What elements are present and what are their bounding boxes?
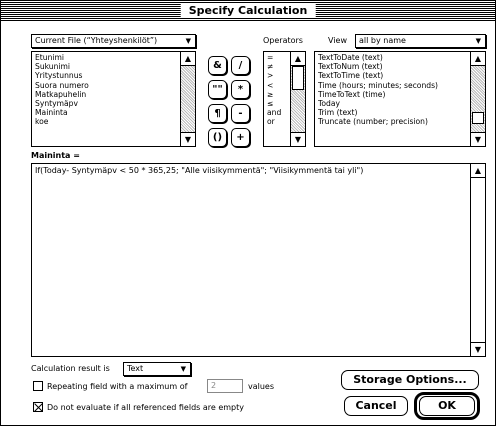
operator-list-item[interactable]: = — [267, 53, 288, 62]
function-list-item[interactable]: Time (hours; minutes; seconds) — [318, 81, 468, 90]
operator-list-item[interactable]: < — [267, 81, 288, 90]
repeating-label: Repeating field with a maximum of — [47, 382, 188, 391]
repeating-values-label: values — [248, 382, 275, 391]
fields-scrollbar[interactable]: ▲ ▼ — [180, 52, 195, 146]
popup-arrow-icon: ▼ — [180, 365, 186, 373]
scroll-up-icon[interactable]: ▲ — [291, 52, 305, 66]
quote-button[interactable]: "" — [208, 80, 227, 99]
field-list-item[interactable]: koe — [35, 117, 178, 126]
function-list-item[interactable]: Today — [318, 99, 468, 108]
scroll-down-icon[interactable]: ▼ — [291, 132, 305, 146]
fields-items: Etunimi Sukunimi Yritystunnus Suora numero M… — [35, 53, 178, 127]
function-list-item[interactable]: TextToDate (text) — [318, 53, 468, 62]
do-not-evaluate-label: Do not evaluate if all referenced fields… — [47, 403, 245, 412]
popup-arrow-icon: ▼ — [475, 37, 481, 45]
formula-label: Maininta = — [31, 151, 80, 160]
function-list-item[interactable]: TimeToText (time) — [318, 90, 468, 99]
functions-list[interactable]: TextToDate (text) TextToNum (text) TextToT… — [314, 51, 486, 147]
fields-list[interactable]: Etunimi Sukunimi Yritystunnus Suora numero M… — [31, 51, 196, 147]
function-list-item[interactable]: Truncate (number; precision) — [318, 117, 468, 126]
pilcrow-button[interactable]: ¶ — [208, 104, 227, 123]
view-selected: all by name — [359, 36, 406, 45]
view-label: View — [328, 36, 347, 45]
operator-list-item[interactable]: or — [267, 117, 288, 126]
dialog-title: Specify Calculation — [180, 4, 316, 18]
functions-items: TextToDate (text) TextToNum (text) TextToT… — [318, 53, 468, 127]
operator-list-item[interactable]: and — [267, 108, 288, 117]
scroll-up-icon[interactable]: ▲ — [471, 52, 485, 66]
field-list-item[interactable]: Maininta — [35, 108, 178, 117]
result-label: Calculation result is — [31, 364, 110, 373]
functions-scrollbar[interactable]: ▲ ▼ — [470, 52, 485, 146]
formula-scrollbar[interactable]: ▲ ▼ — [470, 164, 485, 356]
field-list-item[interactable]: Matkapuhelin — [35, 90, 178, 99]
operator-list-item[interactable]: ≥ — [267, 90, 288, 99]
operators-items: = ≠ > < ≥ ≤ and or — [267, 53, 288, 127]
function-list-item[interactable]: TextToTime (text) — [318, 71, 468, 80]
formula-text: If(Today- Syntymäpv < 50 * 365,25; "Alle… — [35, 166, 364, 175]
field-list-item[interactable]: Suora numero — [35, 81, 178, 90]
ok-button[interactable]: OK — [419, 396, 475, 416]
scroll-down-icon[interactable]: ▼ — [471, 132, 485, 146]
parentheses-button[interactable]: () — [208, 128, 227, 147]
do-not-evaluate-checkbox[interactable] — [33, 402, 43, 412]
table-occurrence-popup[interactable]: Current File (“Yhteyshenkilöt”) ▼ — [31, 34, 196, 48]
scroll-down-icon[interactable]: ▼ — [471, 342, 485, 356]
title-bar[interactable]: Specify Calculation — [1, 1, 495, 21]
table-occurrence-selected: Current File (“Yhteyshenkilöt”) — [35, 36, 158, 45]
operators-label: Operators — [263, 36, 303, 45]
divide-button[interactable]: / — [231, 56, 250, 75]
function-list-item[interactable]: Trim (text) — [318, 108, 468, 117]
scroll-up-icon[interactable]: ▲ — [181, 52, 195, 66]
formula-textarea[interactable]: If(Today- Syntymäpv < 50 * 365,25; "Alle… — [31, 163, 486, 357]
operator-list-item[interactable]: > — [267, 71, 288, 80]
result-type-popup[interactable]: Text ▼ — [123, 362, 191, 376]
ampersand-button[interactable]: & — [208, 56, 227, 75]
field-list-item[interactable]: Sukunimi — [35, 62, 178, 71]
operator-list-item[interactable]: ≤ — [267, 99, 288, 108]
scroll-thumb[interactable] — [472, 112, 484, 124]
field-list-item[interactable]: Yritystunnus — [35, 71, 178, 80]
scroll-thumb[interactable] — [292, 66, 304, 90]
scroll-down-icon[interactable]: ▼ — [181, 132, 195, 146]
multiply-button[interactable]: * — [231, 80, 250, 99]
view-popup[interactable]: all by name ▼ — [355, 34, 486, 48]
specify-calculation-dialog: Specify Calculation Current File (“Yhtey… — [0, 0, 496, 426]
operator-list-item[interactable]: ≠ — [267, 62, 288, 71]
repeating-checkbox[interactable] — [33, 381, 43, 391]
field-list-item[interactable]: Syntymäpv — [35, 99, 178, 108]
plus-button[interactable]: + — [231, 128, 250, 147]
function-list-item[interactable]: TextToNum (text) — [318, 62, 468, 71]
field-list-item[interactable]: Etunimi — [35, 53, 178, 62]
operators-scrollbar[interactable]: ▲ ▼ — [290, 52, 305, 146]
scroll-up-icon[interactable]: ▲ — [471, 164, 485, 178]
minus-button[interactable]: - — [231, 104, 250, 123]
cancel-button[interactable]: Cancel — [344, 396, 408, 416]
repeating-count-field[interactable]: 2 — [207, 379, 243, 393]
result-type-selected: Text — [127, 364, 144, 373]
operators-list[interactable]: = ≠ > < ≥ ≤ and or ▲ ▼ — [263, 51, 306, 147]
storage-options-button[interactable]: Storage Options... — [341, 370, 479, 390]
popup-arrow-icon: ▼ — [185, 37, 191, 45]
